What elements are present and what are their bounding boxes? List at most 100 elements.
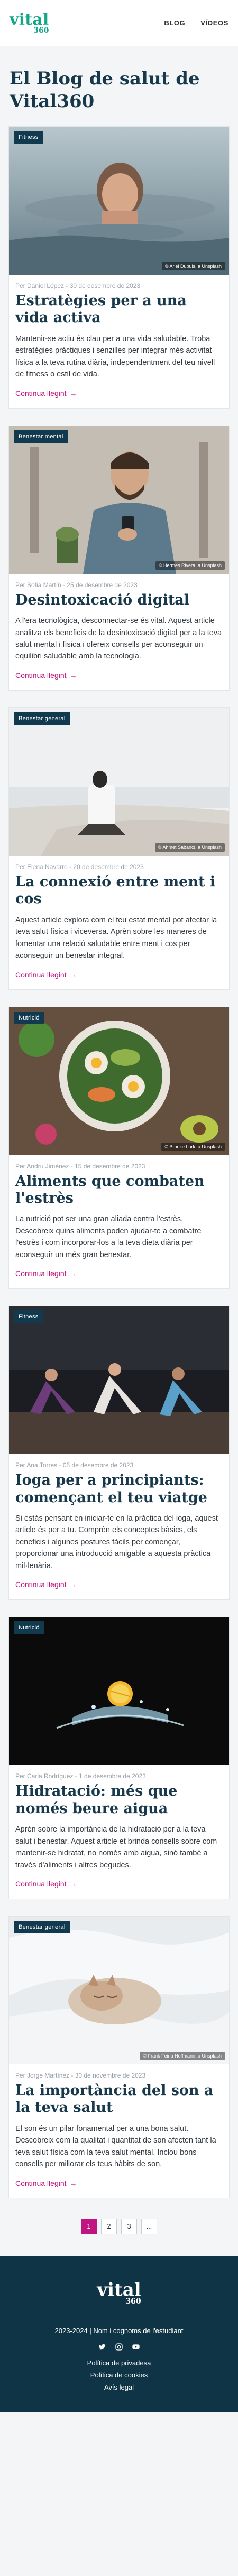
logo-word: vital [10, 10, 49, 29]
arrow-right-icon: → [69, 1880, 77, 1889]
post-card: Nutrició Per Carla Rodríguez - 1 de dese… [8, 1617, 230, 1900]
post-title[interactable]: Estratègies per a una vida activa [15, 292, 223, 327]
woman-in-water-image [9, 127, 229, 275]
arrow-right-icon: → [69, 389, 77, 398]
water-splash-image [9, 1617, 229, 1766]
social-links [10, 2342, 228, 2352]
post-title[interactable]: Hidratació: més que només beure aigua [15, 1783, 223, 1817]
read-more-label: Continua llegint [15, 970, 67, 979]
post-category-badge: Benestar general [14, 712, 70, 725]
logo-number: 360 [33, 26, 49, 35]
footer-logo[interactable]: vital 360 [97, 2281, 141, 2305]
instagram-icon[interactable] [114, 2342, 124, 2352]
post-image[interactable]: Fitness © Ariel Dupuis, a Unsplash [9, 127, 229, 275]
page-1-button[interactable]: 1 [81, 2218, 97, 2234]
post-image[interactable]: Benestar mental © Hermes Rivera, a Unspl… [9, 426, 229, 574]
photo-credit: © Brooke Lark, a Unsplash [161, 1142, 225, 1151]
read-more-link[interactable]: Continua llegint → [15, 1580, 77, 1589]
man-with-phone-image [9, 426, 229, 574]
post-title[interactable]: La connexió entre ment i cos [15, 874, 223, 908]
arrow-right-icon: → [69, 2178, 77, 2187]
post-meta: Per Carla Rodríguez - 1 de desembre de 2… [15, 1772, 146, 1780]
post-card: Benestar mental © Hermes Rivera, a Unspl… [8, 425, 230, 691]
photo-credit: © Ariel Dupuis, a Unsplash [161, 262, 225, 270]
post-image[interactable]: Nutrició [9, 1617, 229, 1766]
footer-links: Política de privadesa Política de cookie… [10, 2359, 228, 2391]
post-category-badge: Benestar general [14, 1921, 70, 1934]
post-excerpt: A l'era tecnològica, desconnectar-se és … [15, 617, 222, 661]
arrow-right-icon: → [69, 671, 77, 680]
read-more-link[interactable]: Continua llegint → [15, 671, 77, 680]
read-more-label: Continua llegint [15, 1269, 67, 1278]
footer-logo-word: vital [97, 2279, 141, 2300]
read-more-label: Continua llegint [15, 1880, 67, 1889]
post-category-badge: Benestar mental [14, 430, 68, 443]
post-card: Fitness Per Ana Torres - 05 de desembre … [8, 1306, 230, 1600]
photo-credit: © Ahmet Sabancı, a Unsplash [154, 843, 225, 852]
post-meta: Per Andru Jiménez - 15 de desembre de 20… [15, 1162, 145, 1170]
arrow-right-icon: → [69, 1580, 77, 1589]
read-more-link[interactable]: Continua llegint → [15, 970, 77, 979]
post-image[interactable]: Benestar general © Frank Feina Hoffmann,… [9, 1917, 229, 2065]
page-2-button[interactable]: 2 [101, 2218, 117, 2234]
photo-credit: © Hermes Rivera, a Unsplash [155, 561, 225, 570]
post-category-badge: Nutrició [14, 1621, 44, 1635]
read-more-link[interactable]: Continua llegint → [15, 2179, 77, 2187]
arrow-right-icon: → [69, 970, 77, 979]
read-more-label: Continua llegint [15, 671, 67, 680]
post-meta: Per Sofia Martín - 25 de desembre de 202… [15, 581, 138, 589]
salad-bowl-image [9, 1007, 229, 1155]
post-image[interactable]: Benestar general © Ahmet Sabancı, a Unsp… [9, 707, 229, 856]
post-category-badge: Nutrició [14, 1011, 44, 1024]
read-more-link[interactable]: Continua llegint → [15, 1880, 77, 1888]
arrow-right-icon: → [69, 1269, 77, 1278]
post-card: Benestar general © Frank Feina Hoffmann,… [8, 1916, 230, 2198]
post-card: Benestar general © Ahmet Sabancı, a Unsp… [8, 707, 230, 990]
post-category-badge: Fitness [14, 1310, 43, 1324]
privacy-policy-link[interactable]: Política de privadesa [10, 2359, 228, 2367]
page-title: El Blog de salut de Vital360 [10, 68, 200, 112]
post-card: Fitness © Ariel Dupuis, a Unsplash Per D… [8, 126, 230, 409]
photo-credit: © Frank Feina Hoffmann, a Unsplash [140, 2052, 225, 2061]
post-title[interactable]: Ioga per a principiants: començant el te… [15, 1472, 223, 1506]
read-more-label: Continua llegint [15, 1580, 67, 1589]
nav-videos-link[interactable]: VÍDEOS [200, 19, 228, 27]
cookies-policy-link[interactable]: Política de cookies [10, 2371, 228, 2379]
read-more-label: Continua llegint [15, 389, 67, 398]
twitter-icon[interactable] [97, 2342, 107, 2352]
post-excerpt: Mantenir-se actiu és clau per a una vida… [15, 334, 215, 379]
post-image[interactable]: Nutrició © Brooke Lark, a Unsplash [9, 1007, 229, 1155]
post-excerpt: Si estàs pensant en iniciar-te en la prà… [15, 1514, 218, 1570]
post-meta: Per Jorge Martínez - 30 de novembre de 2… [15, 2072, 146, 2080]
post-image[interactable]: Fitness [9, 1306, 229, 1455]
post-title[interactable]: Desintoxicació digital [15, 592, 223, 609]
nav-blog-link[interactable]: BLOG [164, 19, 185, 27]
yoga-class-image [9, 1306, 229, 1455]
posts-list: Fitness © Ariel Dupuis, a Unsplash Per D… [0, 126, 238, 2198]
post-category-badge: Fitness [14, 131, 43, 144]
post-excerpt: El son és un pilar fonamental per a una … [15, 2124, 216, 2169]
legal-notice-link[interactable]: Avís legal [10, 2383, 228, 2391]
top-nav: BLOG VÍDEOS [164, 18, 228, 27]
read-more-link[interactable]: Continua llegint → [15, 389, 77, 398]
sleeping-cat-image [9, 1917, 229, 2065]
site-logo[interactable]: vital 360 [10, 12, 49, 34]
post-card: Nutrició © Brooke Lark, a Unsplash Per A… [8, 1006, 230, 1289]
post-excerpt: Aquest article explora com el teu estat … [15, 916, 217, 960]
footer-logo-number: 360 [125, 2297, 141, 2306]
read-more-link[interactable]: Continua llegint → [15, 1269, 77, 1278]
post-excerpt: Aprèn sobre la importància de la hidrata… [15, 1825, 217, 1870]
post-meta: Per Elena Navarro - 20 de desembre de 20… [15, 863, 144, 871]
youtube-icon[interactable] [131, 2342, 141, 2352]
post-title[interactable]: Aliments que combaten l'estrès [15, 1173, 223, 1207]
post-meta: Per Daniel López - 30 de desembre de 202… [15, 282, 141, 289]
post-title[interactable]: La importància del son a la teva salut [15, 2082, 223, 2117]
man-on-beach-image [9, 707, 229, 856]
page-3-button[interactable]: 3 [121, 2218, 137, 2234]
pagination: 1 2 3 ... [0, 2215, 238, 2256]
page-more-button[interactable]: ... [141, 2218, 157, 2234]
read-more-label: Continua llegint [15, 2178, 67, 2187]
post-excerpt: La nutrició pot ser una gran aliada cont… [15, 1215, 202, 1259]
post-meta: Per Ana Torres - 05 de desembre de 2023 [15, 1461, 134, 1469]
site-footer: vital 360 2023-2024 | Nom i cognoms de l… [0, 2255, 238, 2412]
